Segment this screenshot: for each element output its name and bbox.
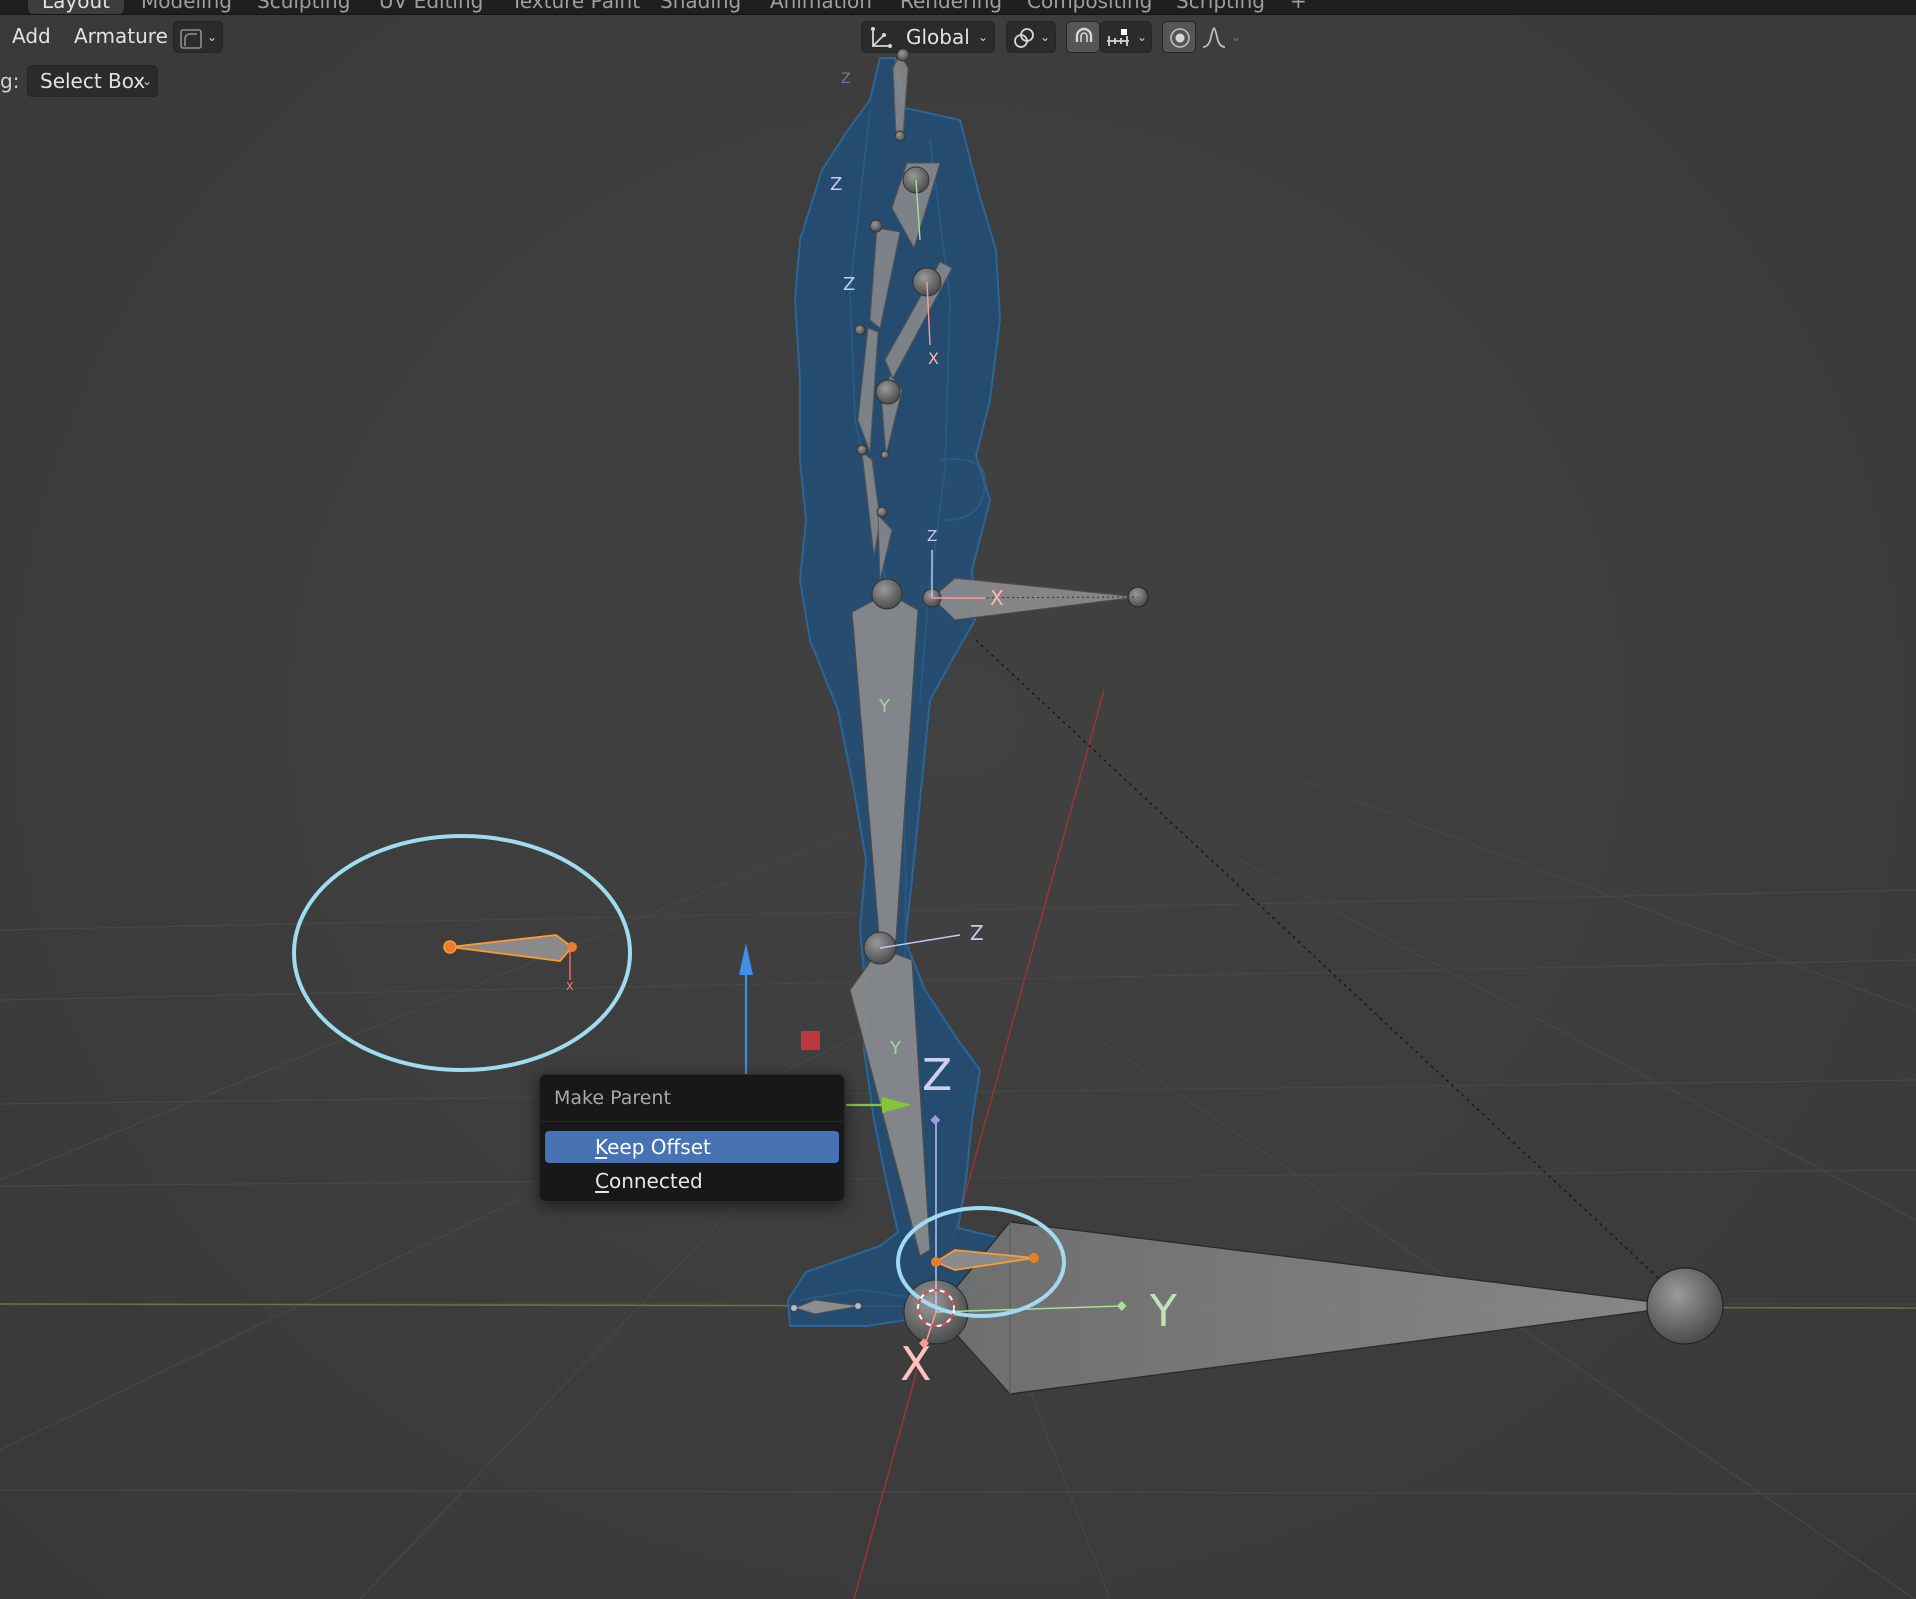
svg-text:Z: Z <box>843 274 855 295</box>
menu-separator <box>540 1121 844 1122</box>
svg-text:Z: Z <box>830 174 842 195</box>
keep-offset-hotkey: K <box>595 1135 608 1159</box>
menu-title: Make Parent <box>554 1087 671 1109</box>
tab-modeling[interactable]: Modeling <box>141 0 232 14</box>
tab-animation[interactable]: Animation <box>770 0 872 14</box>
tab-shading[interactable]: Shading <box>660 0 741 14</box>
svg-text:Y: Y <box>878 696 891 717</box>
svg-text:Z: Z <box>970 921 984 945</box>
svg-text:X: X <box>990 586 1004 610</box>
tab-scripting[interactable]: Scripting <box>1176 0 1265 14</box>
hip-side-bone <box>922 577 1149 621</box>
svg-text:Z: Z <box>927 527 937 545</box>
keep-offset-option[interactable]: Keep Offset <box>545 1131 839 1163</box>
blender-window: Layout Modeling Sculpting UV Editing Tex… <box>0 0 1916 1599</box>
connected-option[interactable]: Connected <box>545 1165 839 1197</box>
svg-text:Y: Y <box>889 1038 902 1059</box>
svg-text:X: X <box>928 349 939 368</box>
tab-compositing[interactable]: Compositing <box>1027 0 1152 14</box>
3d-viewport[interactable]: Z Z Z X Z X Y Z Y Z Y X X <box>0 14 1916 1599</box>
connected-hotkey: C <box>595 1169 609 1193</box>
tab-rendering[interactable]: Rendering <box>900 0 1002 14</box>
svg-text:Y: Y <box>1149 1286 1177 1337</box>
keep-offset-label: eep Offset <box>607 1135 711 1159</box>
selected-bone-left[interactable]: X <box>292 834 632 1072</box>
tab-uv-editing[interactable]: UV Editing <box>379 0 483 14</box>
gizmo-z-arrow <box>739 943 753 975</box>
tab-layout[interactable]: Layout <box>28 0 124 14</box>
make-parent-menu: Make Parent Keep Offset Connected <box>539 1074 845 1202</box>
svg-text:Z: Z <box>922 1050 952 1101</box>
connected-label: onnected <box>608 1169 703 1193</box>
tab-texture-paint[interactable]: Texture Paint <box>511 0 640 14</box>
workspace-tab-bar: Layout Modeling Sculpting UV Editing Tex… <box>0 0 1916 15</box>
svg-text:Z: Z <box>841 71 851 87</box>
gizmo-xz-plane-handle <box>801 1031 820 1050</box>
svg-text:X: X <box>566 980 574 993</box>
add-workspace-button[interactable]: + <box>1290 0 1307 14</box>
tab-sculpting[interactable]: Sculpting <box>257 0 350 14</box>
